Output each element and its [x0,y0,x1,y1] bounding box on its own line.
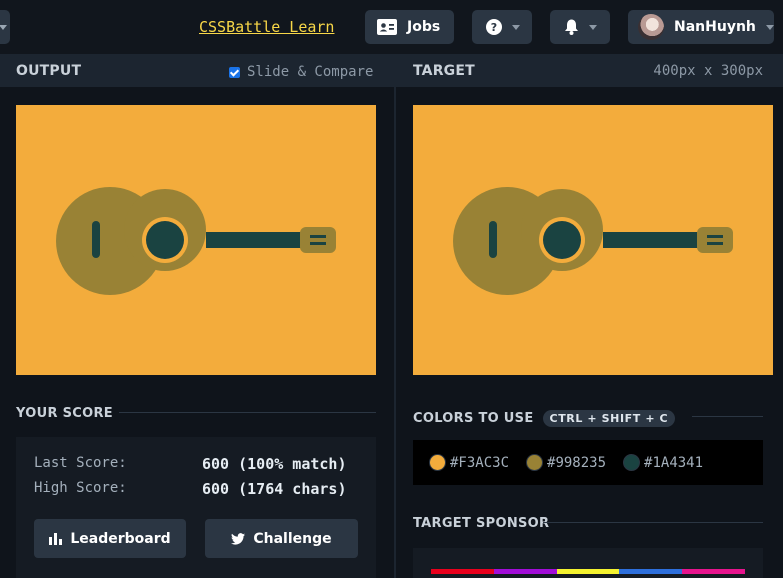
output-header: OUTPUT Slide & Compare [0,54,394,87]
last-score-value: 600 (100% match) [202,455,347,473]
swatch-dot [623,454,641,471]
jobs-label: Jobs [407,19,441,35]
score-section-title: YOUR SCORE [16,406,113,421]
guitar-peg [707,235,723,238]
rainbow-segment [619,569,683,574]
rainbow-segment [493,569,557,574]
guitar-peg [707,242,723,245]
swatch-dot [526,454,544,471]
swatch-dot [429,454,446,471]
swatch-code: #1A4341 [644,454,704,471]
rainbow-segment [556,569,620,574]
avatar [638,14,664,40]
bell-icon [565,19,578,35]
section-divider [543,522,763,523]
color-swatch[interactable]: #998235 [526,454,606,471]
question-circle-icon: ? [486,19,502,35]
color-palette: #F3AC3C #998235 #1A4341 [413,440,763,485]
target-image [413,105,773,375]
colors-section-title: COLORS TO USE CTRL + SHIFT + C [413,410,676,427]
jobs-button[interactable]: Jobs [365,10,454,44]
svg-text:?: ? [491,21,497,34]
chevron-down-icon [765,24,774,30]
sponsor-card[interactable] [413,548,763,578]
color-swatch[interactable]: #1A4341 [623,454,703,471]
slide-compare-checkbox[interactable] [229,66,240,78]
sponsor-rainbow-bar [431,569,745,574]
swatch-code: #F3AC3C [450,454,510,471]
color-swatch[interactable]: #F3AC3C [429,454,509,471]
copy-colors-shortcut-badge: CTRL + SHIFT + C [542,410,676,427]
cssbattle-learn-link[interactable]: CSSBattle Learn [199,18,334,36]
notifications-button[interactable] [550,10,610,44]
last-score-label: Last Score: [34,455,127,471]
slide-compare-toggle[interactable]: Slide & Compare [229,64,373,80]
guitar-headstock [697,227,733,253]
chevron-down-icon [589,24,597,30]
section-divider [692,416,763,417]
panel-divider[interactable] [394,54,396,578]
chevron-down-icon [0,25,7,30]
high-score-label: High Score: [34,480,127,496]
guitar-sound-hole [146,221,184,259]
guitar-neck [603,232,707,248]
user-menu-button[interactable]: NanHuynh [628,10,774,44]
target-header: TARGET 400px x 300px [396,54,783,87]
colors-title-text: COLORS TO USE [413,411,534,426]
menu-dropdown-button[interactable] [0,10,10,44]
slide-compare-label: Slide & Compare [247,64,374,80]
twitter-icon [231,532,246,545]
challenge-button[interactable]: Challenge [205,519,358,558]
top-bar: CSSBattle Learn Jobs ? NanHuynh [0,0,783,54]
swatch-code: #998235 [547,454,607,471]
score-card: Last Score: 600 (100% match) High Score:… [16,437,376,578]
leaderboard-label: Leaderboard [70,530,171,547]
guitar-peg [310,235,326,238]
guitar-peg [310,242,326,245]
rainbow-segment [682,569,745,574]
target-dimensions: 400px x 300px [653,63,763,79]
username-label: NanHuynh [674,19,756,35]
sponsor-section-title: TARGET SPONSOR [413,516,550,531]
challenge-label: Challenge [253,530,332,547]
help-menu-button[interactable]: ? [472,10,532,44]
high-score-value: 600 (1764 chars) [202,480,347,498]
id-card-icon [377,19,397,35]
guitar-headstock [300,227,336,253]
output-title: OUTPUT [16,62,82,79]
leaderboard-button[interactable]: Leaderboard [34,519,186,558]
guitar-sound-hole [543,221,581,259]
section-divider [119,412,376,413]
rainbow-segment [431,569,494,574]
target-title: TARGET [413,62,475,79]
output-preview[interactable] [16,105,376,375]
bar-chart-icon [49,532,63,545]
chevron-down-icon [512,24,520,30]
guitar-bridge [489,221,497,258]
guitar-bridge [92,221,100,258]
guitar-neck [206,232,310,248]
